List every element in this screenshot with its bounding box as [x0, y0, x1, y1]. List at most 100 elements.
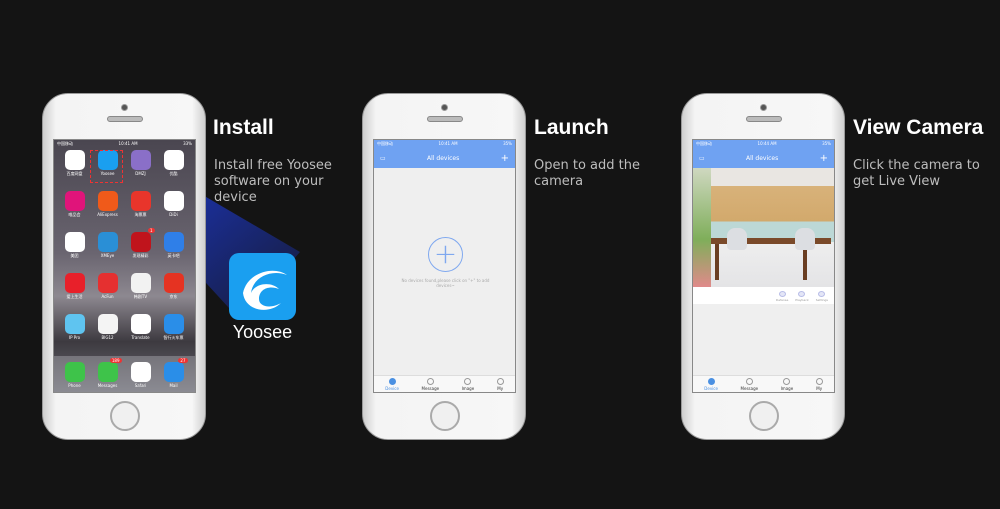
message-icon: [745, 378, 753, 385]
app-icon[interactable]: IP Pro: [58, 314, 91, 341]
app-icon-image: [97, 273, 118, 293]
clock: 10:41 AM: [118, 141, 138, 146]
app-icon-image: [130, 362, 151, 382]
phone-install: 中国移动 10:41 AM 33% 百度网盘 Yoosee DMZJ 优酷 唯品会 AliEx…: [42, 93, 206, 440]
app-label: 发现精彩: [132, 253, 149, 258]
battery: 33%: [183, 141, 192, 146]
app-icon-image: [130, 273, 151, 293]
app-icon-image: 189: [97, 358, 122, 382]
app-icon[interactable]: 189 Messages: [91, 358, 124, 392]
app-label: 京东: [169, 294, 178, 299]
scan-icon[interactable]: ▭: [699, 155, 705, 162]
app-icon[interactable]: Safari: [124, 362, 157, 392]
app-icon[interactable]: 英卡吧: [157, 232, 190, 259]
playback-button[interactable]: Playback: [795, 289, 809, 302]
app-label: 优酷: [169, 171, 178, 176]
tab-device[interactable]: Device: [704, 376, 718, 392]
app-icon[interactable]: BIG12: [91, 314, 124, 341]
app-label: DMZJ: [135, 171, 146, 176]
app-icon[interactable]: 1 发现精彩: [124, 228, 157, 259]
app-label: 智行火车票: [163, 335, 184, 340]
app-icon[interactable]: 爱上生活: [58, 273, 91, 300]
app-icon[interactable]: 智行火车票: [157, 314, 190, 341]
app-icon[interactable]: Phone: [58, 362, 91, 392]
app-icon-image: [163, 314, 184, 334]
front-camera: [441, 104, 448, 111]
app-icon[interactable]: 美团: [58, 232, 91, 259]
app-grid: 百度网盘 Yoosee DMZJ 优酷 唯品会 AliExpress 淘票票 DiDi 美团 XM…: [58, 150, 190, 341]
battery: 35%: [822, 141, 831, 146]
home-button[interactable]: [110, 401, 140, 431]
tab-my[interactable]: My: [815, 376, 823, 392]
app-icon-image: 1: [130, 228, 155, 252]
app-icon[interactable]: DiDi: [157, 191, 190, 218]
app-icon-image: [97, 191, 118, 211]
app-label: 爱上生活: [66, 294, 83, 299]
app-icon-image: [163, 191, 184, 211]
tab-label: My: [497, 386, 504, 391]
app-label: XMEye: [100, 253, 115, 258]
app-icon[interactable]: AcFun: [91, 273, 124, 300]
tab-my[interactable]: My: [496, 376, 504, 392]
app-icon[interactable]: AliExpress: [91, 191, 124, 218]
tab-label: Message: [740, 386, 759, 391]
add-device-button[interactable]: +: [428, 237, 463, 272]
home-button[interactable]: [749, 401, 779, 431]
scan-icon[interactable]: ▭: [380, 155, 386, 162]
tab-message[interactable]: Message: [740, 376, 759, 392]
app-icon[interactable]: 京东: [157, 273, 190, 300]
app-icon[interactable]: 百度网盘: [58, 150, 91, 177]
speaker: [746, 116, 782, 122]
status-bar: 中国移动 10:41 AM 33%: [54, 140, 195, 148]
status-bar: 中国移动 10:44 AM 35%: [693, 140, 834, 148]
app-icon-image: [97, 232, 118, 252]
app-icon-image: [64, 314, 85, 334]
app-label: Safari: [134, 383, 147, 388]
defense-button[interactable]: Defense: [776, 289, 788, 302]
app-icon[interactable]: 优酷: [157, 150, 190, 177]
selection-highlight: [90, 150, 123, 183]
clock: 10:44 AM: [757, 141, 777, 146]
tab-label: Image: [461, 386, 475, 391]
app-icon[interactable]: DMZJ: [124, 150, 157, 177]
app-icon-image: [64, 362, 85, 382]
add-icon[interactable]: +: [820, 153, 828, 164]
home-screen: 中国移动 10:41 AM 33% 百度网盘 Yoosee DMZJ 优酷 唯品会 AliEx…: [53, 139, 196, 393]
yoosee-app-icon[interactable]: [229, 253, 296, 320]
message-icon: [426, 378, 434, 385]
app-icon-image: [130, 150, 151, 170]
app-icon-image: [64, 191, 85, 211]
app-label: Messages: [97, 383, 118, 388]
tab-message[interactable]: Message: [422, 376, 439, 392]
app-label: Mail: [169, 383, 178, 388]
app-icon[interactable]: 淘票票: [124, 191, 157, 218]
user-icon: [496, 378, 504, 385]
step-title: Launch: [534, 116, 609, 139]
status-bar: 中国移动 10:41 AM 35%: [374, 140, 515, 148]
app-icon[interactable]: 27 Mail: [157, 358, 190, 392]
tab-image[interactable]: Image: [461, 376, 475, 392]
app-icon[interactable]: Translate: [124, 314, 157, 341]
tab-bar: Device Message Image My: [374, 375, 515, 392]
carrier: 中国移动: [57, 141, 73, 146]
camera-live-view[interactable]: [693, 168, 834, 287]
app-icon-image: [64, 273, 85, 293]
app-icon-image: [130, 191, 151, 211]
front-camera: [760, 104, 767, 111]
app-label: 美团: [70, 253, 79, 258]
app-icon-image: [130, 314, 151, 334]
app-icon[interactable]: 韩剧TV: [124, 273, 157, 300]
add-icon[interactable]: +: [501, 153, 509, 164]
action-label: Playback: [795, 298, 809, 302]
tab-label: My: [816, 386, 823, 391]
tab-device[interactable]: Device: [385, 376, 399, 392]
app-screen-empty: 中国移动 10:41 AM 35% ▭ All devices + + No devic…: [373, 139, 516, 393]
app-icon[interactable]: XMEye: [91, 232, 124, 259]
home-button[interactable]: [430, 401, 460, 431]
settings-button[interactable]: Settings: [816, 289, 828, 302]
app-label: 淘票票: [134, 212, 147, 217]
tab-image[interactable]: Image: [781, 376, 793, 392]
app-icon[interactable]: 唯品会: [58, 191, 91, 218]
image-icon: [464, 378, 472, 385]
device-icon: [707, 378, 715, 385]
